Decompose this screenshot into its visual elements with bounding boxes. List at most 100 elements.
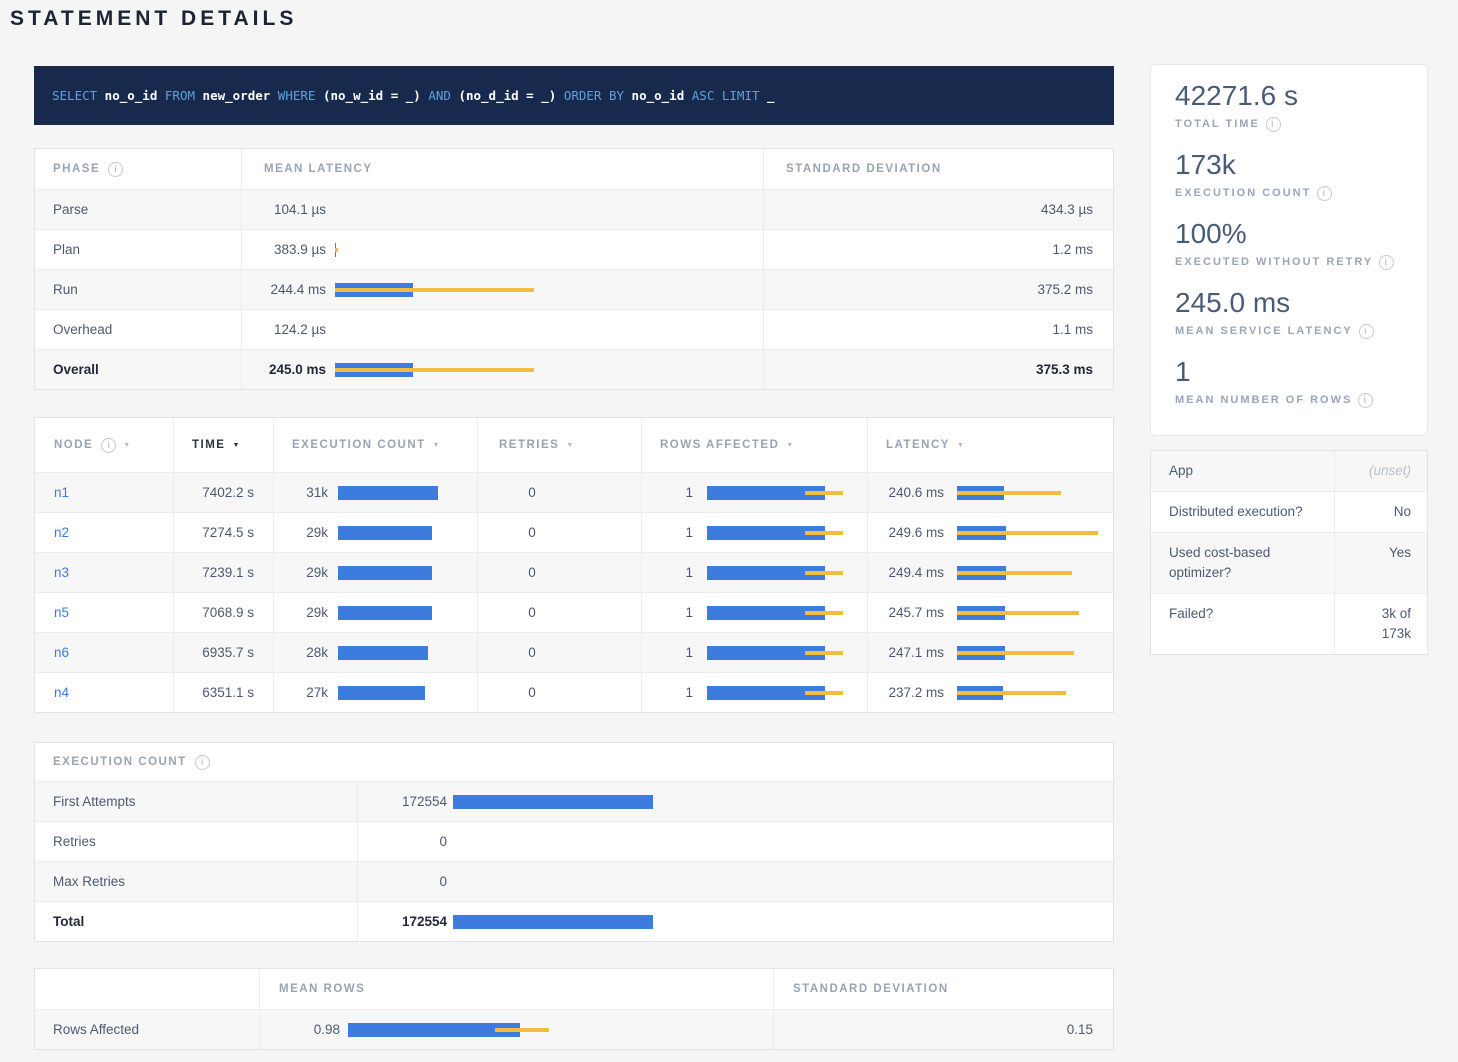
stat-value: 42271.6 s bbox=[1175, 78, 1417, 114]
mean-service-latency-info-icon[interactable] bbox=[1359, 324, 1374, 339]
execution-count-info-icon[interactable] bbox=[195, 755, 210, 770]
exec-row-label: Total bbox=[53, 914, 84, 929]
main-content: SELECT no_o_id FROM new_order WHERE (no_… bbox=[34, 66, 1114, 1050]
mean-number-of-rows-info-icon[interactable] bbox=[1358, 393, 1373, 408]
stat-label-text: TOTAL TIME bbox=[1175, 114, 1260, 134]
sql-statement: SELECT no_o_id FROM new_order WHERE (no_… bbox=[52, 88, 775, 103]
statement-attributes-table: App (unset) Distributed execution? No Us… bbox=[1150, 450, 1428, 655]
execution-count-header-cell[interactable]: EXECUTION COUNT ▼ bbox=[273, 418, 477, 472]
time-header-cell[interactable]: TIME ▼ bbox=[173, 418, 273, 472]
phase-header-label: PHASE bbox=[53, 163, 100, 175]
attribute-row-distributed: Distributed execution? No bbox=[1151, 491, 1427, 532]
mean-latency-value: 104.1 µs bbox=[242, 202, 326, 217]
stat-label: TOTAL TIME bbox=[1175, 114, 1417, 134]
phase-name: Overall bbox=[53, 362, 99, 377]
table-row-overall: Overall 245.0 ms 375.3 ms bbox=[35, 349, 1113, 389]
std-dev-header-label: STANDARD DEVIATION bbox=[793, 983, 949, 995]
time-value: 6351.1 s bbox=[202, 685, 254, 700]
summary-sidebar: 42271.6 s TOTAL TIME 173k EXECUTION COUN… bbox=[1150, 64, 1428, 655]
stat-value: 245.0 ms bbox=[1175, 285, 1417, 321]
stat-value: 1 bbox=[1175, 354, 1417, 390]
table-row: Run 244.4 ms 375.2 ms bbox=[35, 269, 1113, 309]
stat-label-text: EXECUTED WITHOUT RETRY bbox=[1175, 252, 1373, 272]
stat-total-time: 42271.6 s TOTAL TIME bbox=[1175, 78, 1417, 134]
std-dev-value: 1.1 ms bbox=[1052, 322, 1093, 337]
mean-latency-value: 383.9 µs bbox=[242, 242, 326, 257]
stat-mean-service-latency: 245.0 ms MEAN SERVICE LATENCY bbox=[1175, 285, 1417, 341]
latency-value: 240.6 ms bbox=[868, 485, 944, 500]
retries-header-label: RETRIES bbox=[499, 439, 559, 451]
page-title: STATEMENT DETAILS bbox=[10, 7, 297, 31]
time-header-label: TIME bbox=[192, 439, 225, 451]
stat-value: 100% bbox=[1175, 216, 1417, 252]
node-header-label: NODE bbox=[54, 439, 93, 451]
table-row: Max Retries 0 bbox=[35, 861, 1113, 901]
execution-count-info-icon[interactable] bbox=[1317, 186, 1332, 201]
phase-info-icon[interactable] bbox=[108, 162, 123, 177]
sql-statement-box: SELECT no_o_id FROM new_order WHERE (no_… bbox=[34, 66, 1114, 125]
node-link[interactable]: n1 bbox=[54, 485, 69, 500]
total-time-info-icon[interactable] bbox=[1266, 117, 1281, 132]
phase-name: Run bbox=[53, 282, 78, 297]
exec-row-label: Max Retries bbox=[53, 874, 125, 889]
std-dev-value: 375.2 ms bbox=[1037, 282, 1093, 297]
stat-label-text: MEAN NUMBER OF ROWS bbox=[1175, 390, 1352, 410]
mean-latency-value: 124.2 µs bbox=[242, 322, 326, 337]
table-row-total: Total 172554 bbox=[35, 901, 1113, 941]
execution-count-title: EXECUTION COUNT bbox=[53, 756, 187, 768]
stat-value: 173k bbox=[1175, 147, 1417, 183]
summary-card: 42271.6 s TOTAL TIME 173k EXECUTION COUN… bbox=[1150, 64, 1428, 436]
execution-count-value: 27k bbox=[274, 685, 328, 700]
retries-value: 0 bbox=[528, 485, 536, 500]
table-row: n6 6935.7 s 28k 0 1 247.1 ms bbox=[35, 632, 1113, 672]
rows-affected-value: 1 bbox=[642, 645, 693, 660]
latency-value: 249.4 ms bbox=[868, 565, 944, 580]
execution-count-header-label: EXECUTION COUNT bbox=[292, 439, 426, 451]
mean-rows-header-cell: MEAN ROWS bbox=[259, 969, 773, 1009]
latency-header-cell[interactable]: LATENCY ▼ bbox=[867, 418, 1113, 472]
node-link[interactable]: n5 bbox=[54, 605, 69, 620]
phase-name: Plan bbox=[53, 242, 80, 257]
attribute-label: Failed? bbox=[1151, 594, 1334, 654]
time-value: 6935.7 s bbox=[202, 645, 254, 660]
retries-header-cell[interactable]: RETRIES ▼ bbox=[477, 418, 641, 472]
execution-count-value: 31k bbox=[274, 485, 328, 500]
node-link[interactable]: n2 bbox=[54, 525, 69, 540]
time-value: 7068.9 s bbox=[202, 605, 254, 620]
execution-count-value: 29k bbox=[274, 565, 328, 580]
table-row: Plan 383.9 µs 1.2 ms bbox=[35, 229, 1113, 269]
rows-affected-table: MEAN ROWS STANDARD DEVIATION Rows Affect… bbox=[34, 968, 1114, 1050]
rows-affected-value: 1 bbox=[642, 565, 693, 580]
attribute-label: Used cost-based optimizer? bbox=[1151, 533, 1334, 593]
attribute-row-failed: Failed? 3k of 173k bbox=[1151, 593, 1427, 654]
executed-without-retry-info-icon[interactable] bbox=[1379, 255, 1394, 270]
node-table-header: NODE ▼ TIME ▼ EXECUTION COUNT ▼ RETRIES … bbox=[35, 418, 1113, 472]
exec-row-value: 0 bbox=[358, 874, 447, 889]
attribute-value: Yes bbox=[1334, 533, 1427, 593]
attribute-row-optimizer: Used cost-based optimizer? Yes bbox=[1151, 532, 1427, 593]
stat-label: MEAN SERVICE LATENCY bbox=[1175, 321, 1417, 341]
attribute-label: Distributed execution? bbox=[1151, 492, 1334, 532]
node-link[interactable]: n6 bbox=[54, 645, 69, 660]
table-row: n1 7402.2 s 31k 0 1 240.6 ms bbox=[35, 472, 1113, 512]
stat-label-text: MEAN SERVICE LATENCY bbox=[1175, 321, 1353, 341]
mean-latency-header-label: MEAN LATENCY bbox=[264, 163, 373, 175]
rows-affected-header-cell[interactable]: ROWS AFFECTED ▼ bbox=[641, 418, 867, 472]
node-link[interactable]: n3 bbox=[54, 565, 69, 580]
node-header-cell[interactable]: NODE ▼ bbox=[35, 418, 173, 472]
table-row: n5 7068.9 s 29k 0 1 245.7 ms bbox=[35, 592, 1113, 632]
exec-row-value: 172554 bbox=[358, 914, 447, 929]
node-link[interactable]: n4 bbox=[54, 685, 69, 700]
mean-rows-header-label: MEAN ROWS bbox=[279, 983, 365, 995]
std-dev-header-cell: STANDARD DEVIATION bbox=[763, 149, 1113, 189]
attribute-value: (unset) bbox=[1334, 451, 1427, 491]
table-row: First Attempts 172554 bbox=[35, 781, 1113, 821]
execution-count-value: 28k bbox=[274, 645, 328, 660]
execution-count-value: 29k bbox=[274, 605, 328, 620]
statement-details-page: STATEMENT DETAILS SELECT no_o_id FROM ne… bbox=[0, 0, 1458, 1062]
rows-affected-header-label: ROWS AFFECTED bbox=[660, 439, 779, 451]
table-row: Retries 0 bbox=[35, 821, 1113, 861]
phase-table-header: PHASE MEAN LATENCY STANDARD DEVIATION bbox=[35, 149, 1113, 189]
execution-count-value: 29k bbox=[274, 525, 328, 540]
node-info-icon[interactable] bbox=[101, 438, 116, 453]
